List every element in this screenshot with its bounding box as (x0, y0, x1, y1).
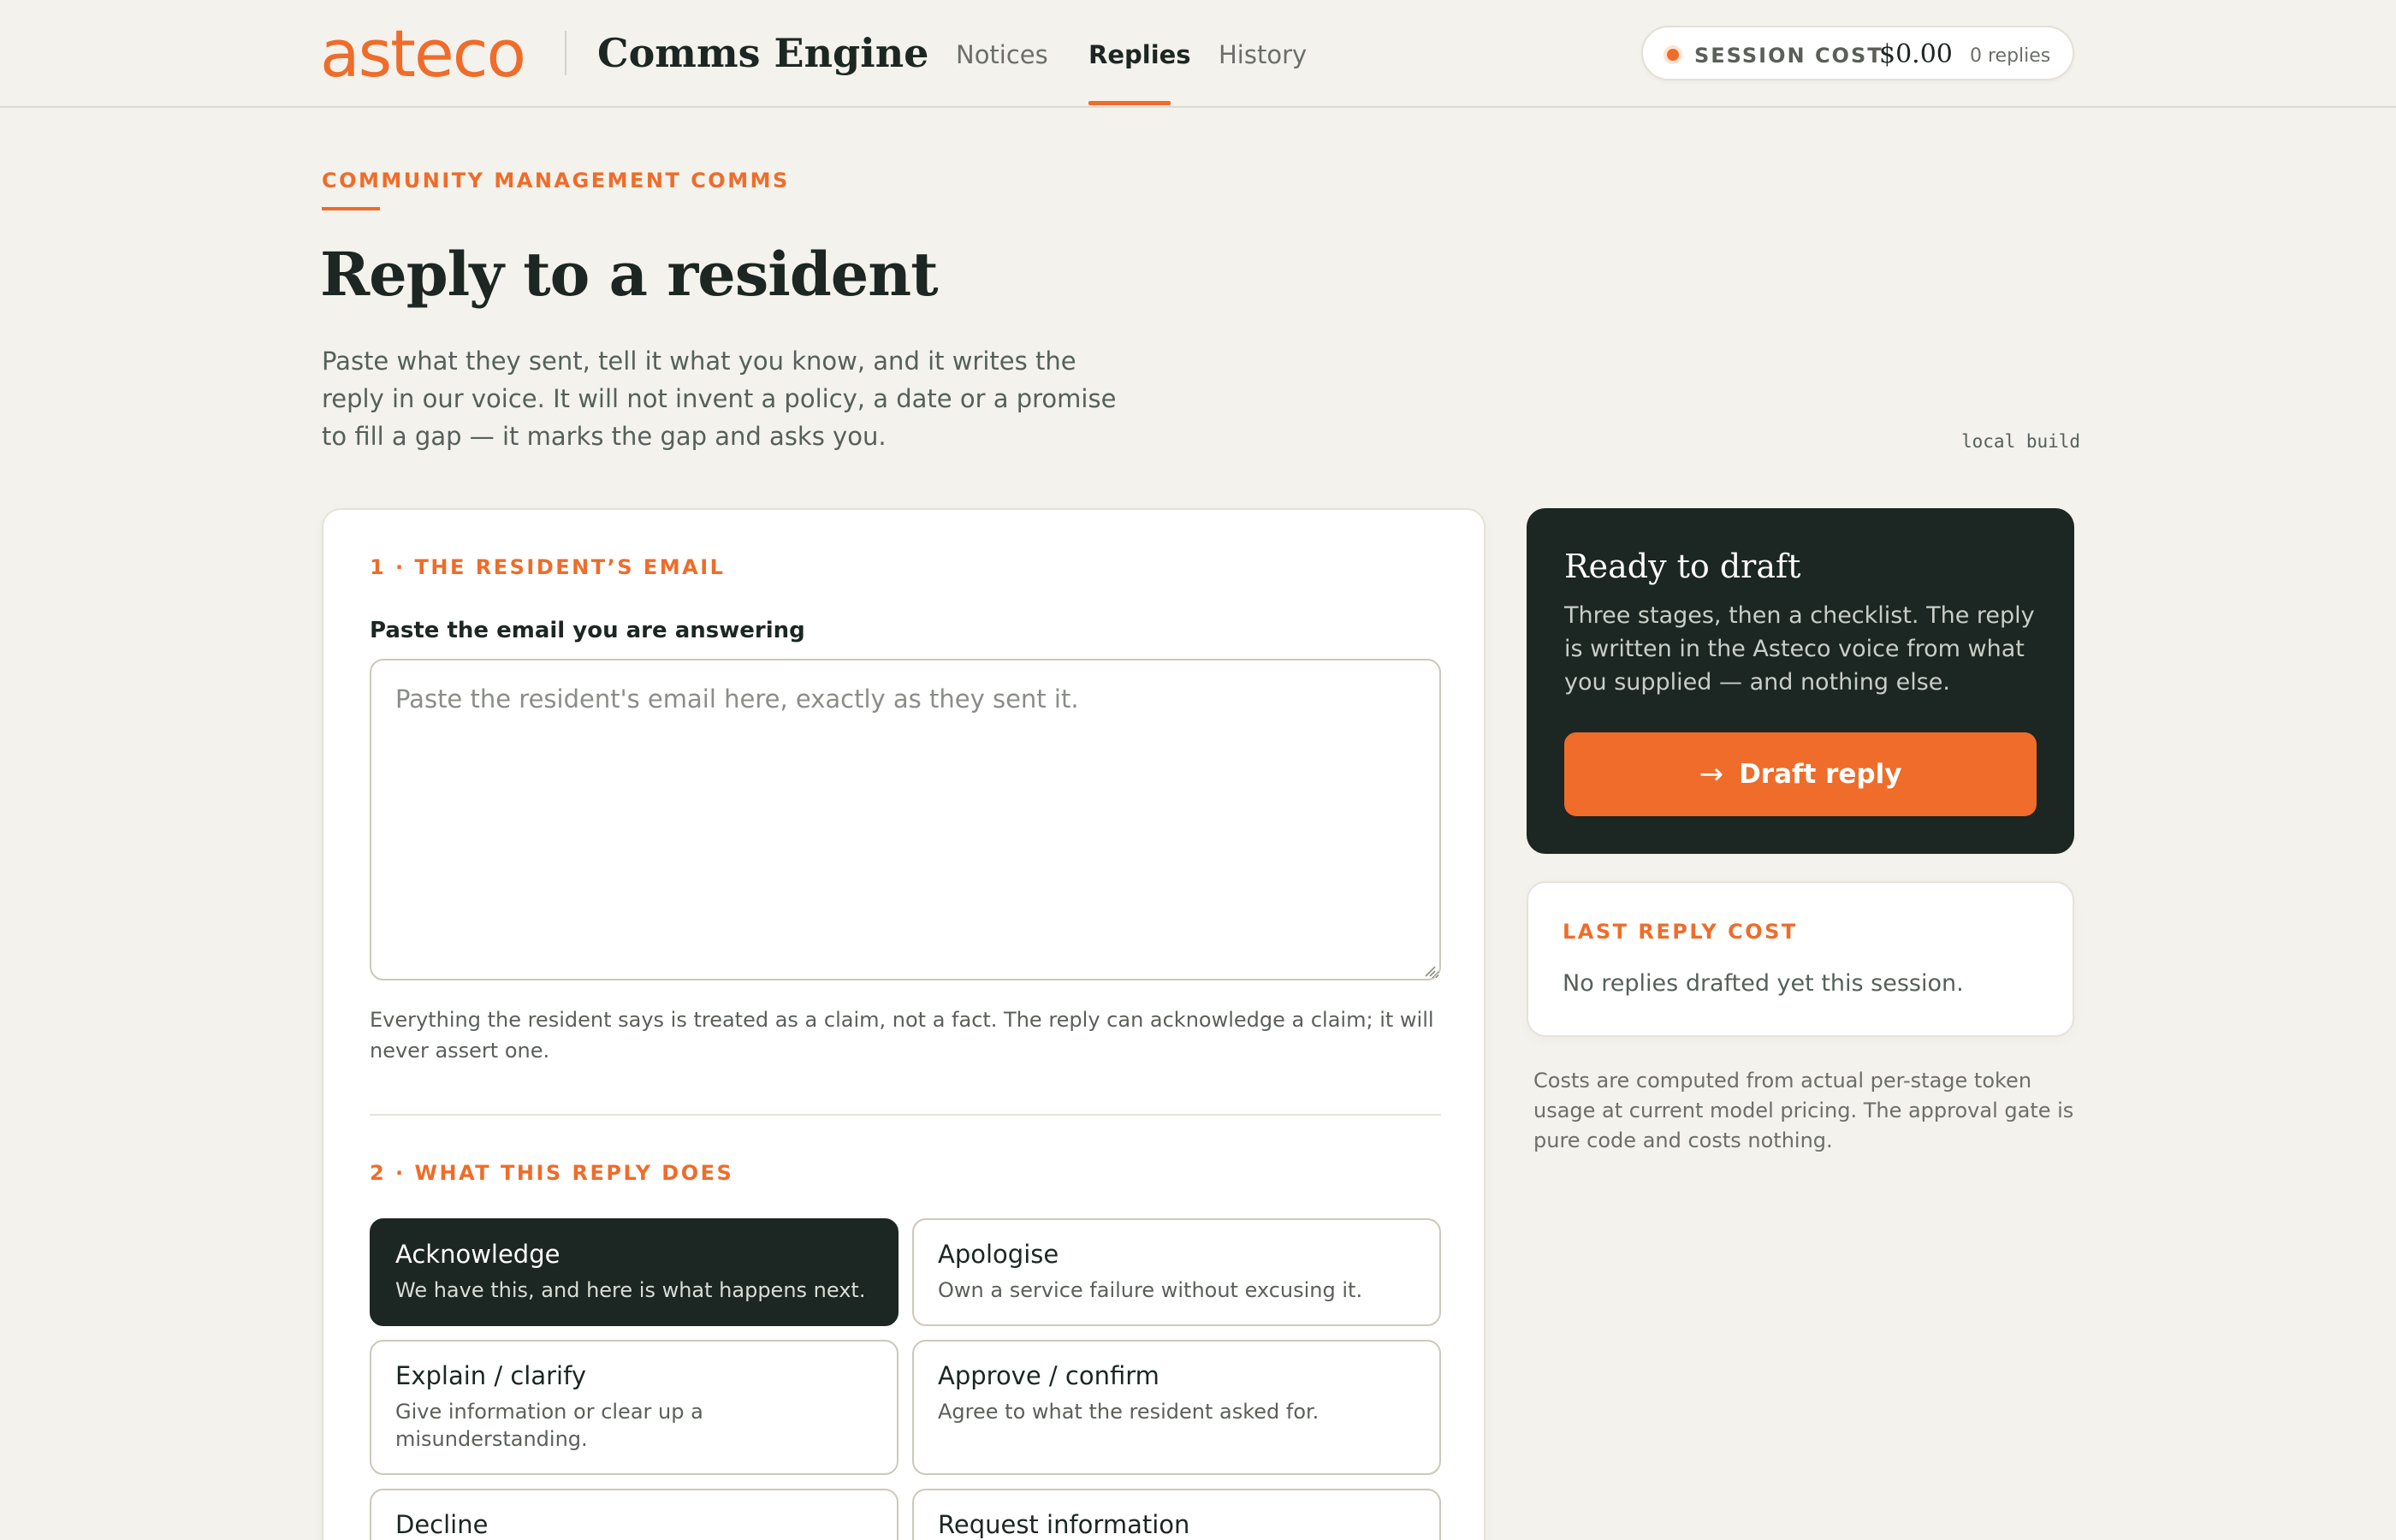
build-tag: local build (1961, 431, 2081, 452)
session-cost-label: SESSION COST (1694, 44, 1883, 68)
nav-active-indicator (1088, 101, 1171, 105)
page-eyebrow: COMMUNITY MANAGEMENT COMMS (322, 169, 790, 192)
eyebrow-rule (322, 207, 380, 210)
option-apologise[interactable]: Apologise Own a service failure without … (912, 1218, 1441, 1326)
cost-note: Costs are computed from actual per-stage… (1533, 1069, 2074, 1152)
email-field-label: Paste the email you are answering (370, 618, 805, 643)
option-explain-clarify[interactable]: Explain / clarify Give information or cl… (370, 1340, 898, 1475)
option-decline[interactable]: Decline (370, 1489, 898, 1540)
session-cost-pill: SESSION COST $0.00 0 replies (1641, 26, 2074, 80)
draft-title: Ready to draft (1564, 548, 1801, 585)
last-reply-cost-card: LAST REPLY COST No replies drafted yet t… (1527, 881, 2074, 1037)
session-cost-value: $0.00 (1879, 39, 1953, 69)
top-bar: asteco Comms Engine Notices Replies Hist… (0, 0, 2396, 108)
option-title: Acknowledge (395, 1240, 560, 1269)
arrow-right-icon: → (1699, 757, 1724, 791)
email-help-text: Everything the resident says is treated … (370, 1008, 1434, 1063)
nav-history[interactable]: History (1219, 38, 1307, 72)
option-title: Apologise (938, 1240, 1059, 1269)
draft-panel: Ready to draft Three stages, then a chec… (1527, 508, 2074, 854)
option-acknowledge[interactable]: Acknowledge We have this, and here is wh… (370, 1218, 898, 1326)
status-dot-icon (1667, 49, 1679, 61)
option-description: Own a service failure without excusing i… (938, 1278, 1363, 1302)
option-description: We have this, and here is what happens n… (395, 1278, 866, 1302)
page-intro: Paste what they sent, tell it what you k… (322, 346, 1117, 451)
draft-description: Three stages, then a checklist. The repl… (1564, 602, 2035, 696)
step1-label: 1 · THE RESIDENT’S EMAIL (370, 555, 726, 579)
section-divider (370, 1114, 1441, 1116)
nav-replies[interactable]: Replies (1088, 38, 1191, 72)
draft-reply-label: Draft reply (1739, 759, 1902, 790)
step2-label: 2 · WHAT THIS REPLY DOES (370, 1161, 734, 1185)
nav-notices[interactable]: Notices (956, 38, 1048, 72)
last-reply-cost-label: LAST REPLY COST (1563, 920, 1798, 944)
option-description: Give information or clear up a misunders… (395, 1400, 703, 1451)
option-approve-confirm[interactable]: Approve / confirm Agree to what the resi… (912, 1340, 1441, 1475)
asteco-logo[interactable]: asteco (320, 19, 526, 89)
resident-email-input[interactable] (370, 659, 1441, 980)
option-title: Decline (395, 1510, 489, 1539)
reply-form-card: 1 · THE RESIDENT’S EMAIL Paste the email… (322, 508, 1486, 1540)
option-title: Explain / clarify (395, 1361, 586, 1390)
page-title: Reply to a resident (320, 239, 939, 310)
session-reply-count: 0 replies (1970, 45, 2051, 67)
app-name: Comms Engine (597, 30, 929, 76)
option-description: Agree to what the resident asked for. (938, 1400, 1320, 1424)
option-title: Approve / confirm (938, 1361, 1159, 1390)
option-request-information[interactable]: Request information (912, 1489, 1441, 1540)
last-reply-cost-text: No replies drafted yet this session. (1563, 970, 1964, 997)
brand-divider (565, 31, 566, 75)
resize-grip-icon[interactable] (1422, 963, 1436, 977)
option-title: Request information (938, 1510, 1190, 1539)
draft-reply-button[interactable]: → Draft reply (1564, 732, 2037, 816)
